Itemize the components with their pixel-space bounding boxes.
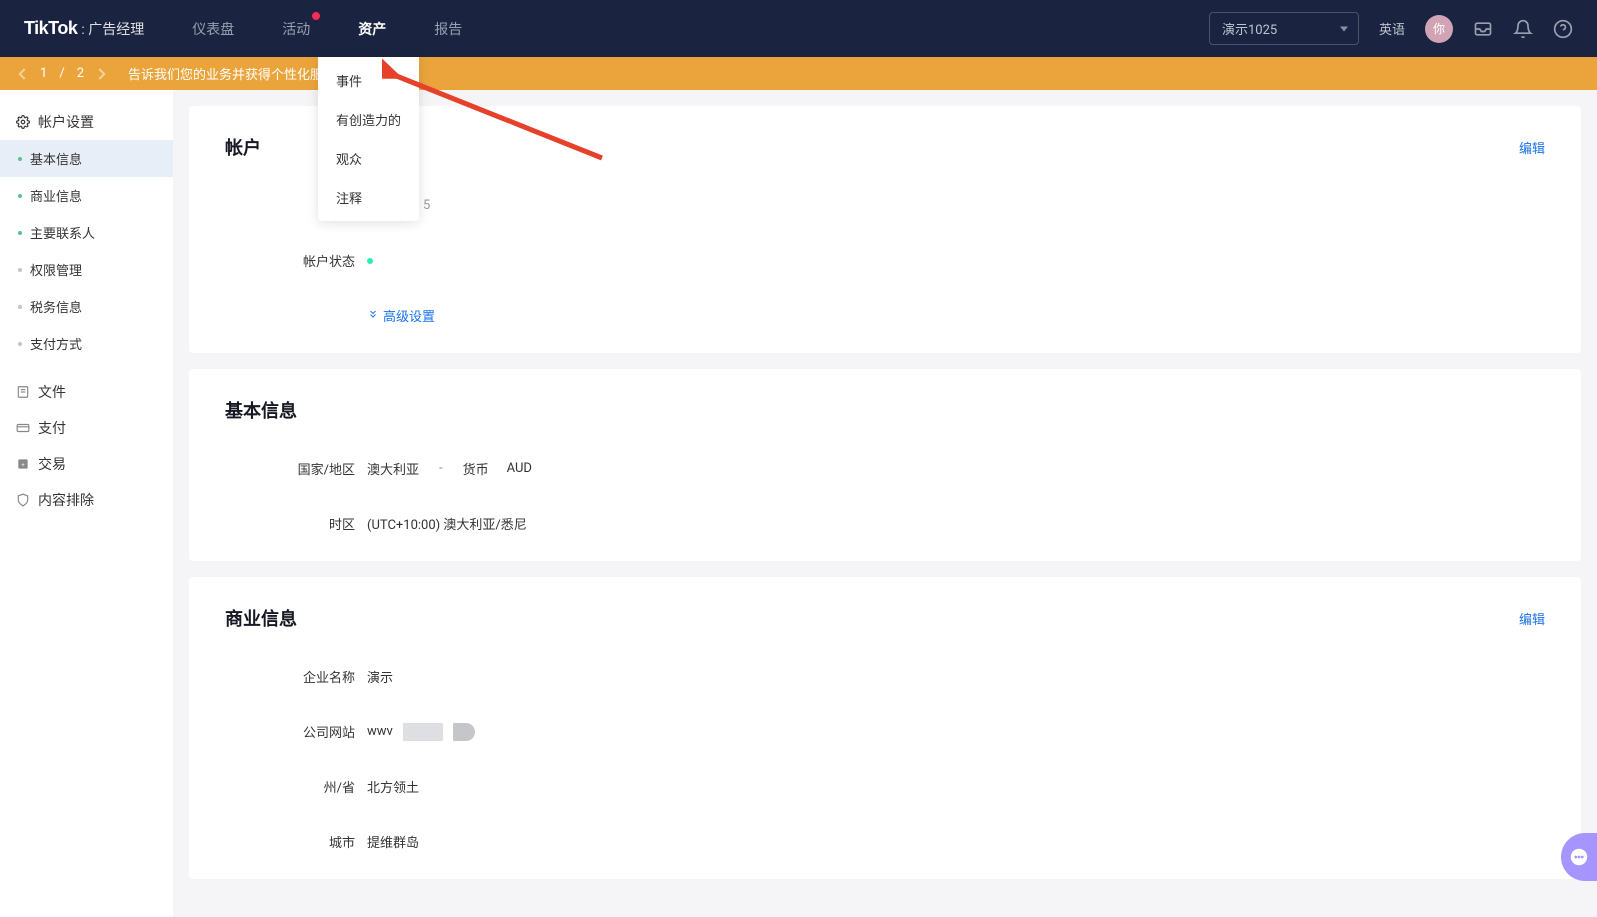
separator: - [439,461,443,476]
sidebar-item-label: 主要联系人 [30,223,95,242]
value-status [367,258,379,264]
pager-sep: / [59,66,64,81]
nav-report[interactable]: 报告 [434,0,462,57]
avatar[interactable]: 你 [1425,15,1453,43]
notification-bar: 1 / 2 告诉我们您的业务并获得个性化服务。 现在 [0,57,1597,90]
transaction-icon: + [16,457,30,471]
sidebar: 帐户设置 基本信息 商业信息 主要联系人 权限管理 税务信息 支付方式 文件 支… [0,90,173,917]
card-basic: 基本信息 国家/地区 澳大利亚 - 货币 AUD 时区 (UTC+10:00) … [189,369,1581,561]
chat-icon [1568,846,1590,868]
gear-icon [16,115,30,129]
pager-next-icon[interactable] [94,68,105,79]
sidebar-item-label: 基本信息 [30,149,82,168]
chevron-down-double-icon [367,308,379,324]
status-dot-icon [367,258,373,264]
value-username: 5 [423,198,430,213]
inbox-icon[interactable] [1473,19,1493,39]
top-nav: TikTok : 广告经理 仪表盘 活动 资产 报告 演示1025 英语 你 事… [0,0,1597,57]
nav-dashboard[interactable]: 仪表盘 [192,0,234,57]
pager-total: 2 [77,66,84,81]
sidebar-item-business[interactable]: 商业信息 [0,177,173,214]
nav-campaign[interactable]: 活动 [282,0,310,57]
sidebar-item-payment[interactable]: 支付方式 [0,325,173,362]
logo-text: TikTok [24,18,77,39]
sidebar-item-exclude[interactable]: 内容排除 [0,482,173,518]
value-city: 提维群岛 [367,832,419,851]
logo[interactable]: TikTok : 广告经理 [24,18,144,39]
account-selector-label: 演示1025 [1222,23,1277,38]
value-country: 澳大利亚 - 货币 AUD [367,459,532,478]
sidebar-item-label: 支付 [38,418,66,438]
sidebar-item-label: 内容排除 [38,490,94,510]
sidebar-item-tax[interactable]: 税务信息 [0,288,173,325]
edit-button-business[interactable]: 编辑 [1519,609,1545,628]
badge-icon [312,12,320,20]
sidebar-title-label: 帐户设置 [38,112,94,132]
sidebar-item-trans[interactable]: + 交易 [0,446,173,482]
logo-sub: : 广告经理 [81,19,144,39]
pager-current: 1 [40,66,47,81]
dropdown-item-audience[interactable]: 观众 [318,139,419,178]
sidebar-title-account[interactable]: 帐户设置 [0,104,173,140]
notif-pager: 1 / 2 [20,66,104,81]
dropdown-item-event[interactable]: 事件 [318,61,419,100]
sidebar-item-file[interactable]: 文件 [0,374,173,410]
label-currency: 货币 [463,459,489,478]
value-timezone: (UTC+10:00) 澳大利亚/悉尼 [367,514,527,533]
nav-label: 仪表盘 [192,19,234,39]
label-city: 城市 [225,832,355,851]
card-icon [16,421,30,435]
pager-prev-icon[interactable] [18,68,29,79]
website-text: wwv [367,724,393,739]
sidebar-item-label: 支付方式 [30,334,82,353]
sidebar-item-basic[interactable]: 基本信息 [0,140,173,177]
file-icon [16,385,30,399]
label-website: 公司网站 [225,722,355,741]
shield-icon [16,493,30,507]
sidebar-item-label: 税务信息 [30,297,82,316]
label-status: 帐户状态 [225,251,355,270]
account-selector[interactable]: 演示1025 [1209,12,1359,45]
label-country: 国家/地区 [225,459,355,478]
sidebar-item-pay[interactable]: 支付 [0,410,173,446]
sidebar-item-label: 权限管理 [30,260,82,279]
advanced-link-label: 高级设置 [383,306,435,325]
dropdown-item-note[interactable]: 注释 [318,178,419,217]
avatar-text: 你 [1433,20,1445,37]
sidebar-item-permission[interactable]: 权限管理 [0,251,173,288]
card-business: 商业信息 编辑 企业名称 演示 公司网站 wwv 州/省 北方领土 城市 [189,577,1581,879]
nav-label: 报告 [434,19,462,39]
redacted-box [403,723,443,741]
nav-label: 资产 [358,19,386,39]
value-company: 演示 [367,667,393,686]
card-title-basic: 基本信息 [225,397,297,423]
country-text: 澳大利亚 [367,459,419,478]
currency-text: AUD [507,461,532,476]
value-state: 北方领土 [367,777,419,796]
sidebar-item-label: 文件 [38,382,66,402]
assets-dropdown: 事件 有创造力的 观众 注释 [318,57,419,221]
label-company: 企业名称 [225,667,355,686]
card-title-business: 商业信息 [225,605,297,631]
nav-right: 演示1025 英语 你 [1209,12,1573,45]
edit-button-account[interactable]: 编辑 [1519,138,1545,157]
sidebar-item-label: 交易 [38,454,66,474]
label-state: 州/省 [225,777,355,796]
card-title-account: 帐户 [225,134,261,160]
label-timezone: 时区 [225,514,355,533]
notif-text: 告诉我们您的业务并获得个性化服务。 [128,64,349,83]
help-icon[interactable] [1553,19,1573,39]
nav-items: 仪表盘 活动 资产 报告 [192,0,1209,57]
dropdown-item-creative[interactable]: 有创造力的 [318,100,419,139]
nav-label: 活动 [282,19,310,39]
sidebar-item-contact[interactable]: 主要联系人 [0,214,173,251]
sidebar-item-label: 商业信息 [30,186,82,205]
layout: 帐户设置 基本信息 商业信息 主要联系人 权限管理 税务信息 支付方式 文件 支… [0,90,1597,917]
value-website: wwv [367,723,475,741]
nav-assets[interactable]: 资产 [358,0,386,57]
bell-icon[interactable] [1513,19,1533,39]
redacted-box-round [453,723,475,741]
advanced-settings-link[interactable]: 高级设置 [367,306,435,325]
language-selector[interactable]: 英语 [1379,19,1405,38]
